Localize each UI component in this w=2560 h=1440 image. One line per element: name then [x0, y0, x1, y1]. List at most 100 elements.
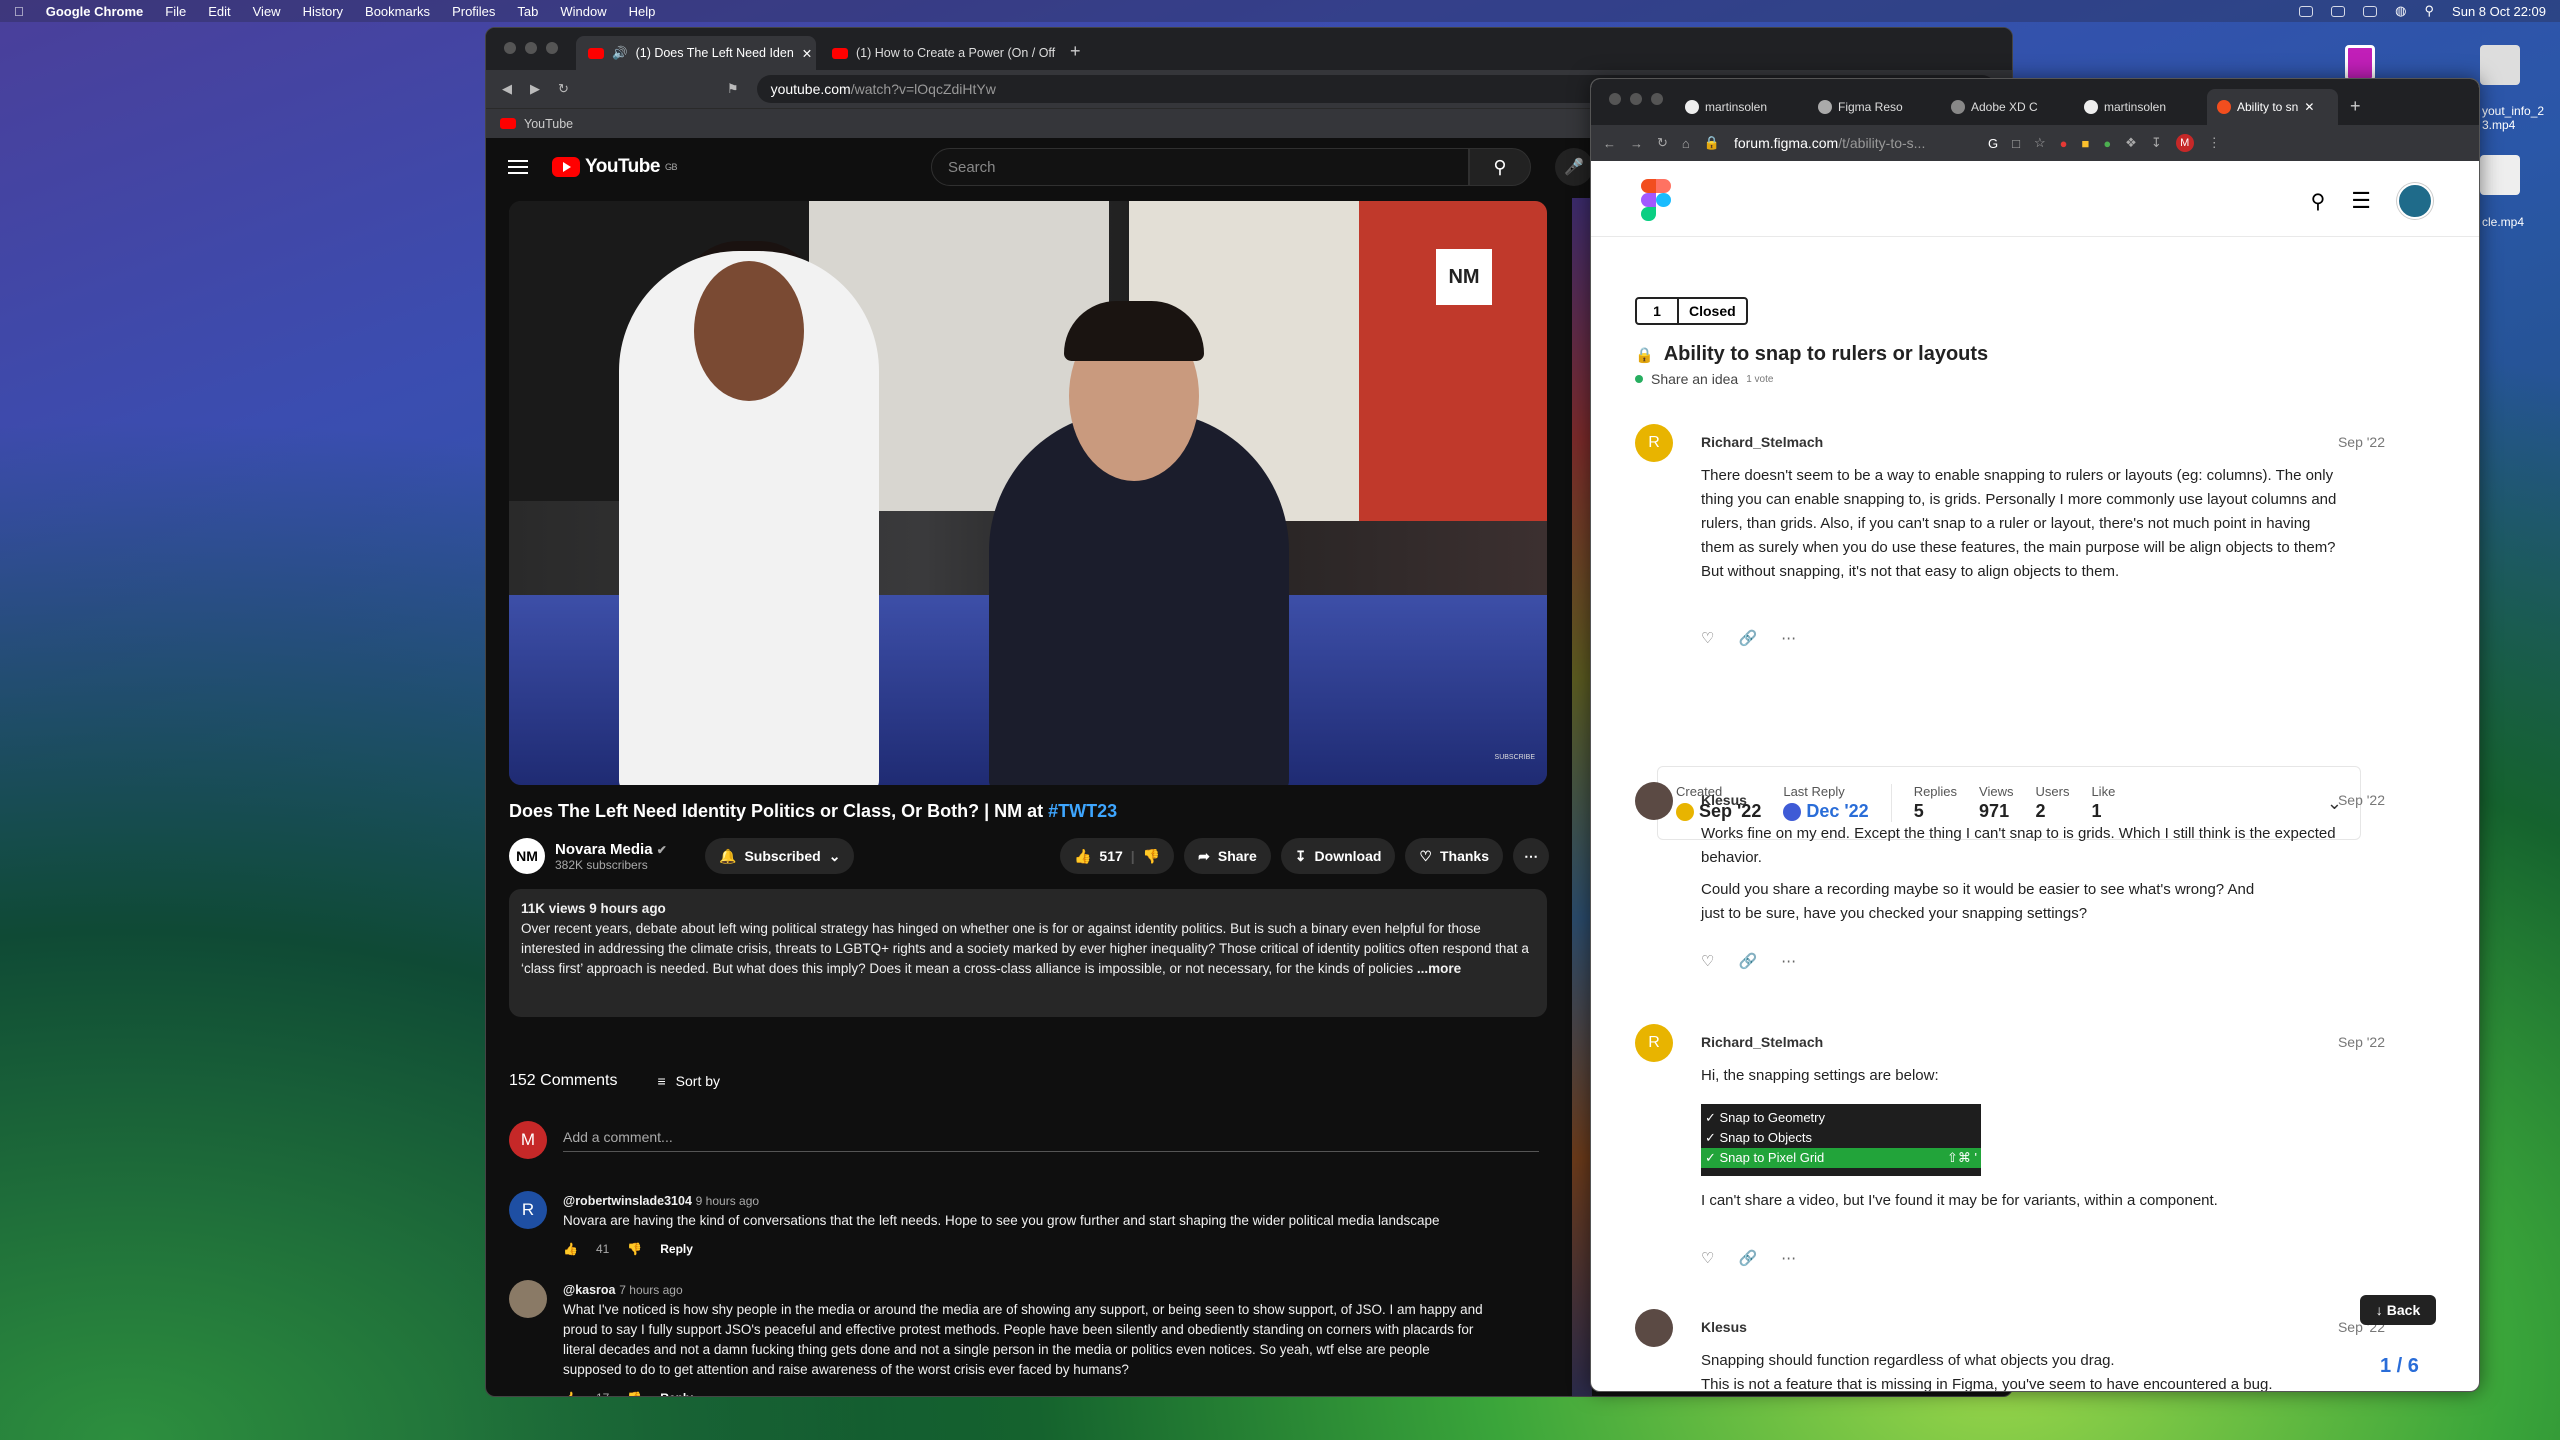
desktop-file-icon[interactable] [2345, 45, 2375, 81]
reload-icon[interactable]: ↻ [1657, 135, 1668, 151]
post-author[interactable]: Klesus [1701, 792, 1747, 808]
post-author[interactable]: Klesus [1701, 1319, 1747, 1335]
topic-title-text[interactable]: Ability to snap to rulers or layouts [1664, 343, 1989, 366]
comment-time[interactable]: 7 hours ago [619, 1283, 682, 1297]
menu-file[interactable]: File [165, 4, 186, 19]
speaker-icon[interactable]: 🔊 [612, 46, 628, 61]
menu-profiles[interactable]: Profiles [452, 4, 495, 19]
puzzle-icon[interactable]: ❖ [2125, 135, 2137, 151]
menu-help[interactable]: Help [629, 4, 656, 19]
bookmark-icon[interactable]: ⚑ [727, 81, 739, 97]
profile-avatar-icon[interactable]: M [2175, 134, 2194, 152]
close-tab-icon[interactable]: ✕ [802, 46, 812, 61]
thumbs-down-icon[interactable]: 👎 [1143, 848, 1160, 865]
meta-last-reply[interactable]: Last Reply Dec '22 [1783, 784, 1869, 822]
subscribed-button[interactable]: 🔔 Subscribed ⌄ [705, 838, 855, 874]
post-author[interactable]: Richard_Stelmach [1701, 1034, 1823, 1050]
more-link[interactable]: ...more [1417, 961, 1461, 976]
menu-icon[interactable] [508, 160, 528, 174]
menubar-clock[interactable]: Sun 8 Oct 22:09 [2452, 4, 2546, 19]
screen-icon[interactable] [2299, 5, 2314, 17]
close-tab-icon[interactable]: ✕ [2304, 100, 2314, 114]
sort-by-button[interactable]: ≡ Sort by [658, 1073, 721, 1089]
bookmark-youtube[interactable]: YouTube [524, 117, 573, 131]
wifi-icon[interactable]: ◍ [2395, 3, 2406, 19]
kebab-menu-icon[interactable]: ⋮ [2208, 135, 2221, 151]
cloud-icon[interactable] [2331, 5, 2346, 17]
close-button[interactable] [1609, 93, 1621, 105]
post-author[interactable]: Richard_Stelmach [1701, 434, 1823, 450]
category-link[interactable]: Share an idea [1651, 371, 1738, 387]
thumbs-down-icon[interactable]: 👎 [627, 1388, 642, 1396]
hashtag-link[interactable]: #TWT23 [1048, 801, 1117, 821]
post-date[interactable]: Sep '22 [2338, 434, 2385, 450]
desktop-file-icon[interactable] [2480, 45, 2520, 85]
search-input[interactable]: Search [930, 148, 1469, 186]
menu-tab[interactable]: Tab [517, 4, 538, 19]
post-date[interactable]: Sep '22 [2338, 792, 2385, 808]
more-icon[interactable]: ⋯ [1781, 629, 1796, 647]
tab-youtube-video[interactable]: 🔊 (1) Does The Left Need Iden ✕ [576, 36, 816, 70]
thumbs-up-icon[interactable]: 👍 [563, 1388, 578, 1396]
post-avatar[interactable] [1635, 782, 1673, 820]
new-tab-icon[interactable]: + [2350, 96, 2361, 117]
comment-author[interactable]: @kasroa [563, 1283, 616, 1297]
voice-search-button[interactable]: 🎤 [1554, 148, 1593, 186]
forward-icon[interactable]: → [1630, 136, 1643, 151]
youtube-logo[interactable]: YouTube GB [552, 156, 677, 178]
more-icon[interactable]: ⋯ [1781, 952, 1796, 970]
reply-button[interactable]: Reply [660, 1388, 693, 1396]
post-avatar[interactable]: R [1635, 424, 1673, 462]
tab-github-1[interactable]: martinsolen [1675, 89, 1806, 125]
like-dislike-button[interactable]: 👍 517 | 👎 [1059, 838, 1175, 874]
minimize-button[interactable] [1630, 93, 1642, 105]
hamburger-menu-icon[interactable]: ☰ [2351, 188, 2371, 214]
extension-icon[interactable]: ● [2103, 136, 2111, 151]
comment-input[interactable]: Add a comment... [563, 1129, 1539, 1152]
desktop-file-label[interactable]: cle.mp4 [2482, 215, 2524, 229]
menubar-app-name[interactable]: Google Chrome [46, 4, 144, 19]
extension-icon[interactable]: ● [2060, 136, 2068, 151]
extension-icon[interactable]: ■ [2081, 136, 2089, 151]
desktop-file-label[interactable]: yout_info_2 3.mp4 [2482, 104, 2544, 132]
post-avatar[interactable] [1635, 1309, 1673, 1347]
minimize-button[interactable] [525, 42, 537, 54]
apple-icon[interactable]:  [14, 4, 24, 19]
star-icon[interactable]: ☆ [2034, 135, 2046, 151]
channel-avatar[interactable]: NM [509, 838, 545, 874]
recommendations-strip[interactable] [1572, 198, 1592, 1396]
tab-figma-resources[interactable]: Figma Reso [1808, 89, 1939, 125]
link-icon[interactable]: 🔗 [1738, 1249, 1757, 1267]
back-icon[interactable]: ← [1603, 136, 1616, 151]
menu-view[interactable]: View [253, 4, 281, 19]
search-icon[interactable]: ⚲ [2425, 3, 2435, 19]
thumbs-down-icon[interactable]: 👎 [627, 1239, 642, 1259]
back-icon[interactable]: ◀ [502, 81, 512, 97]
forward-icon[interactable]: ▶ [530, 81, 540, 97]
menu-bookmarks[interactable]: Bookmarks [365, 4, 430, 19]
subscribe-watermark[interactable]: SUBSCRIBE [1495, 754, 1535, 761]
more-icon[interactable]: ⋯ [1781, 1249, 1796, 1267]
like-heart-icon[interactable]: ♡ [1701, 1249, 1714, 1267]
post-avatar[interactable]: R [1635, 1024, 1673, 1062]
back-button[interactable]: ↓ Back [2360, 1295, 2436, 1325]
tab-figma-forum[interactable]: Ability to sn ✕ [2207, 89, 2338, 125]
my-avatar[interactable]: M [509, 1121, 547, 1159]
reload-icon[interactable]: ↻ [558, 81, 569, 97]
download-icon[interactable]: ↧ [2151, 135, 2162, 151]
new-tab-icon[interactable]: + [1070, 41, 1081, 62]
close-button[interactable] [504, 42, 516, 54]
share-button[interactable]: ➦ Share [1184, 838, 1271, 874]
thanks-button[interactable]: ♡ Thanks [1405, 838, 1503, 874]
link-icon[interactable]: 🔗 [1738, 629, 1757, 647]
like-heart-icon[interactable]: ♡ [1701, 629, 1714, 647]
commenter-avatar[interactable]: R [509, 1191, 547, 1229]
share-icon[interactable]: □ [2012, 136, 2020, 151]
thumbs-up-icon[interactable]: 👍 [1074, 848, 1091, 865]
url-field[interactable]: forum.figma.com/t/ability-to-s... [1734, 135, 1974, 151]
lock-icon[interactable]: 🔒 [1704, 135, 1720, 151]
tab-github-2[interactable]: martinsolen [2074, 89, 2205, 125]
post-date[interactable]: Sep '22 [2338, 1034, 2385, 1050]
search-button[interactable]: ⚲ [1468, 148, 1531, 186]
reply-button[interactable]: Reply [660, 1239, 693, 1259]
